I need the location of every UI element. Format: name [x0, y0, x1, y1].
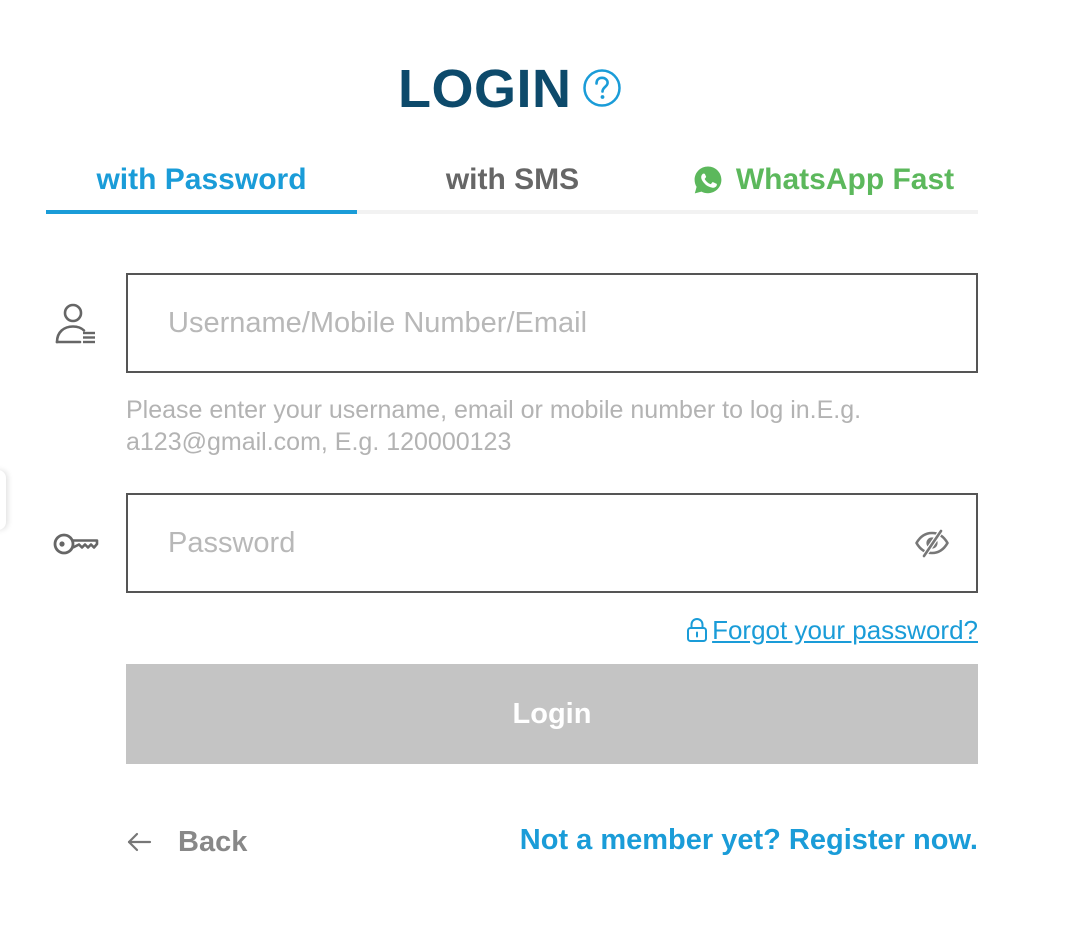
back-label: Back — [178, 825, 248, 858]
forgot-password-link[interactable]: Forgot your password? — [686, 612, 978, 648]
tab-whatsapp-fast[interactable]: WhatsApp Fast — [668, 150, 978, 210]
active-tab-indicator — [46, 210, 357, 214]
tab-with-password[interactable]: with Password — [46, 150, 357, 210]
username-field[interactable] — [126, 273, 978, 373]
key-icon — [53, 533, 99, 555]
side-panel-edge — [0, 470, 6, 530]
arrow-left-icon — [127, 832, 152, 852]
page-title: LOGIN — [398, 59, 572, 119]
tab-label: with SMS — [445, 163, 580, 196]
question-circle-icon[interactable] — [582, 68, 622, 108]
password-field[interactable] — [126, 493, 978, 593]
username-hint: Please enter your username, email or mob… — [126, 396, 862, 456]
login-method-tabs: with Password with SMS WhatsApp Fast — [46, 150, 978, 214]
username-input[interactable] — [128, 275, 868, 371]
back-button[interactable]: Back — [126, 820, 247, 864]
header: LOGIN — [0, 52, 1024, 124]
eye-hidden-icon[interactable] — [914, 525, 950, 561]
register-link[interactable]: Not a member yet? Register now. — [520, 824, 978, 857]
user-icon — [55, 303, 95, 344]
login-button[interactable]: Login — [126, 664, 978, 764]
lock-icon — [687, 617, 708, 642]
tab-label: with Password — [96, 163, 307, 196]
login-page: LOGIN with Password with SMS WhatsApp Fa… — [0, 0, 1084, 952]
tab-label: WhatsApp Fast — [735, 163, 955, 196]
forgot-password-label: Forgot your password? — [712, 614, 978, 645]
whatsapp-icon — [694, 166, 722, 194]
tab-with-sms[interactable]: with SMS — [357, 150, 668, 210]
password-input[interactable] — [128, 495, 868, 591]
